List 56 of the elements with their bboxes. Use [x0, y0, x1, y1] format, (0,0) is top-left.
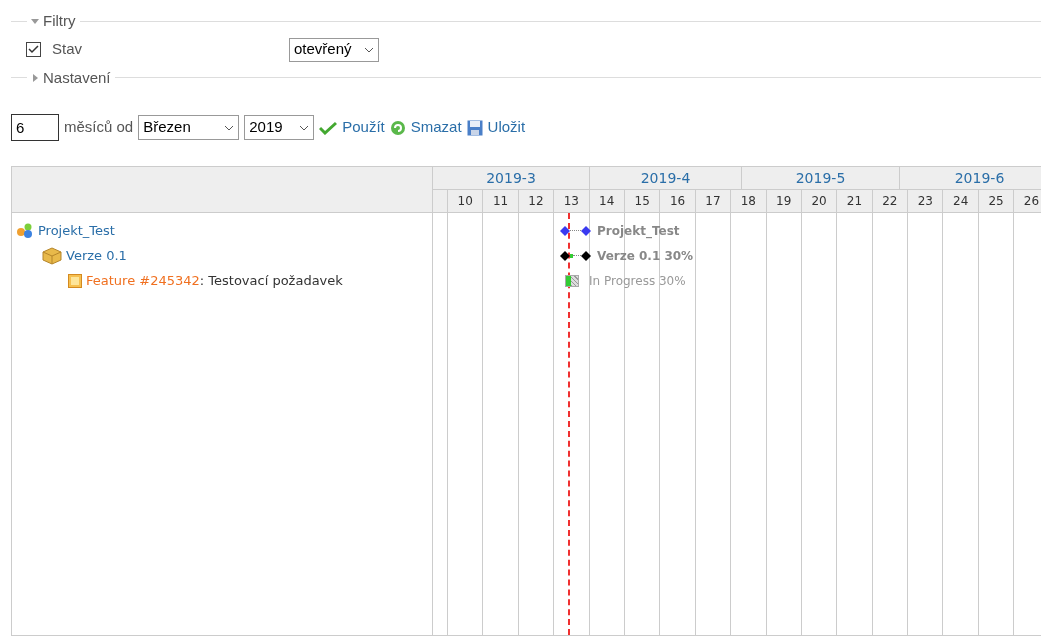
- week-header: 24: [943, 190, 979, 212]
- start-marker-icon: [560, 225, 570, 236]
- week-header: 11: [483, 190, 519, 212]
- week-header: 22: [872, 190, 909, 212]
- week-header: 20: [801, 190, 838, 212]
- month-header: 2019-3: [433, 167, 590, 189]
- apply-link[interactable]: Použít: [319, 116, 385, 139]
- month-header: 2019-4: [590, 167, 742, 189]
- project-link[interactable]: Projekt_Test: [38, 220, 115, 241]
- task-bar: [565, 274, 579, 287]
- bar-label: Verze 0.1 30%: [597, 247, 694, 265]
- months-field[interactable]: 6: [11, 114, 59, 141]
- week-header: 21: [837, 190, 873, 212]
- month-header: 2019-5: [742, 167, 900, 189]
- collapse-icon: [31, 17, 39, 26]
- week-header: 23: [908, 190, 944, 212]
- end-marker-icon: [581, 250, 591, 261]
- version-link[interactable]: Verze 0.1: [66, 245, 127, 266]
- week-header: 10: [448, 190, 484, 212]
- week-header: 15: [624, 190, 661, 212]
- box-icon: [42, 246, 62, 265]
- expand-icon: [31, 73, 39, 82]
- end-marker-icon: [581, 225, 591, 236]
- week-header: 17: [695, 190, 732, 212]
- project-icon: [16, 222, 34, 239]
- chevron-down-icon: [224, 124, 235, 131]
- filter-label: Stav: [52, 39, 83, 60]
- chevron-down-icon: [299, 124, 310, 131]
- section-toggle[interactable]: Filtry: [27, 10, 80, 33]
- bar-label: In Progress 30%: [589, 272, 686, 290]
- week-header: 19: [766, 190, 802, 212]
- start-marker-icon: [560, 250, 570, 261]
- week-header: 18: [731, 190, 767, 212]
- months-label: měsíců od: [64, 117, 134, 138]
- year-select[interactable]: 2019: [244, 115, 315, 140]
- status-checkbox[interactable]: [26, 42, 41, 57]
- month-select[interactable]: Březen: [138, 115, 240, 140]
- clear-link[interactable]: Smazat: [389, 116, 462, 139]
- bar-label: Projekt_Test: [597, 222, 680, 240]
- issue-title: Feature #245342: Testovací požadavek: [86, 271, 343, 290]
- week-header: 14: [589, 190, 625, 212]
- week-header: 26: [1014, 190, 1041, 212]
- week-header: 16: [660, 190, 696, 212]
- chevron-down-icon: [363, 46, 374, 53]
- status-select[interactable]: otevřený: [289, 37, 379, 62]
- save-link[interactable]: Uložit: [466, 116, 526, 139]
- week-header: 25: [978, 190, 1015, 212]
- note-icon: [68, 273, 82, 288]
- week-header: 13: [554, 190, 590, 212]
- checkmark-icon: [319, 120, 338, 135]
- section-toggle[interactable]: Nastavení: [27, 66, 115, 89]
- month-header: 2019-6: [900, 167, 1041, 189]
- reload-icon: [389, 119, 406, 136]
- check-icon: [28, 45, 39, 54]
- save-icon: [466, 119, 483, 136]
- week-header: 12: [518, 190, 555, 212]
